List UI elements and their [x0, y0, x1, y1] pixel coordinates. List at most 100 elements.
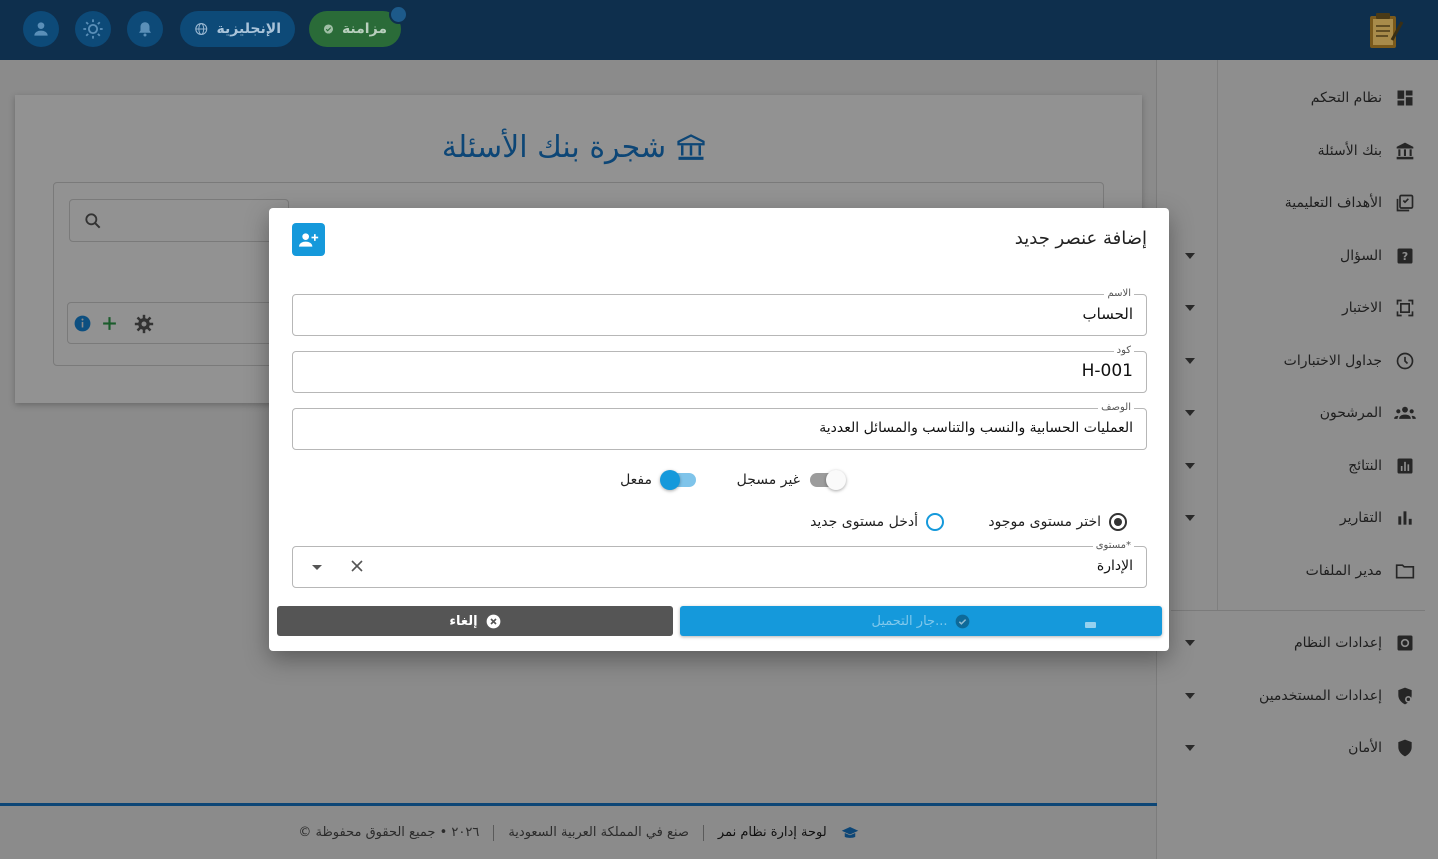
sidebar-item-exam[interactable]: الاختبار: [1342, 288, 1416, 328]
page-title: شجرة بنك الأسئلة: [0, 130, 1148, 165]
sidebar-item-file-manager[interactable]: مدير الملفات: [1306, 551, 1416, 591]
level-select-label: مستوى*: [1092, 539, 1134, 553]
language-label: الإنجليزية: [216, 21, 281, 37]
sync-button[interactable]: مزامنة: [309, 11, 401, 47]
sidebar-separator: [1171, 610, 1425, 611]
shield-icon: [1394, 737, 1416, 759]
sidebar-item-user-settings[interactable]: إعدادات المستخدمين: [1259, 676, 1416, 716]
bank-icon: [1394, 140, 1416, 162]
name-field[interactable]: الاسم الحساب: [292, 287, 1147, 336]
description-field-label: الوصف: [1098, 401, 1134, 415]
loading-indicator: [1085, 622, 1096, 628]
question-icon: ?: [1394, 245, 1416, 267]
exam-logo-icon[interactable]: [1364, 10, 1406, 50]
dialog-title: إضافة عنصر جديد: [1014, 228, 1147, 249]
plus-icon[interactable]: [101, 315, 118, 332]
chevron-down-icon[interactable]: [1185, 463, 1195, 469]
sync-status-dot: [389, 5, 408, 24]
theme-toggle-button[interactable]: [75, 11, 111, 47]
chevron-down-icon[interactable]: [1185, 745, 1195, 751]
sidebar-item-security[interactable]: الأمان: [1348, 728, 1416, 768]
sidebar-item-label: المرشحون: [1319, 405, 1382, 421]
chevron-down-icon[interactable]: [1185, 253, 1195, 259]
sidebar-item-label: مدير الملفات: [1305, 563, 1382, 579]
sidebar-item-dashboard[interactable]: نظام التحكم: [1311, 78, 1416, 118]
radio-existing-level[interactable]: اختر مستوى موجود: [988, 513, 1127, 531]
switch-knob: [826, 470, 846, 490]
enabled-switch[interactable]: [660, 470, 696, 490]
notifications-button[interactable]: [127, 11, 163, 47]
gear-icon[interactable]: [134, 314, 154, 334]
results-icon: [1394, 455, 1416, 477]
registered-toggle-label: غير مسجل: [736, 472, 800, 488]
sidebar-item-exam-schedules[interactable]: جداول الاختبارات: [1284, 341, 1416, 381]
page-title-text: شجرة بنك الأسئلة: [441, 130, 667, 165]
switch-knob: [660, 470, 680, 490]
code-field-value: H-001: [1081, 361, 1133, 381]
registered-toggle[interactable]: غير مسجل: [736, 470, 846, 490]
language-button[interactable]: الإنجليزية: [180, 11, 295, 47]
enabled-toggle[interactable]: مفعل: [620, 470, 696, 490]
user-shield-icon: [1394, 685, 1416, 707]
graduation-cap-icon: [841, 826, 858, 838]
chevron-down-icon[interactable]: [1185, 515, 1195, 521]
bank-icon: [677, 133, 705, 160]
sidebar-item-system-settings[interactable]: إعدادات النظام: [1294, 623, 1416, 663]
sidebar-item-label: الأهداف التعليمية: [1284, 195, 1382, 211]
add-user-button[interactable]: [292, 223, 325, 256]
sidebar-item-label: الاختبار: [1341, 300, 1382, 316]
sidebar-item-label: إعدادات النظام: [1293, 635, 1382, 651]
sidebar-item-learning-goals[interactable]: الأهداف التعليمية: [1285, 183, 1416, 223]
reports-icon: [1394, 507, 1416, 529]
sidebar-item-label: بنك الأسئلة: [1317, 143, 1382, 159]
name-field-value: الحساب: [1082, 305, 1134, 323]
info-icon[interactable]: [73, 314, 92, 333]
save-button-label: جار التحميل...: [871, 613, 948, 629]
sidebar-item-label: التقارير: [1339, 510, 1382, 526]
top-bar: الإنجليزية مزامنة: [0, 0, 1438, 60]
sidebar-item-label: نظام التحكم: [1310, 90, 1382, 106]
chevron-down-icon[interactable]: [1185, 358, 1195, 364]
sidebar-item-label: النتائج: [1348, 458, 1382, 474]
folder-icon: [1394, 560, 1416, 582]
sidebar-divider: [1217, 60, 1218, 610]
description-field[interactable]: الوصف العمليات الحسابية والنسب والتناسب …: [292, 401, 1147, 450]
footer-made-in: صنع في المملكة العربية السعودية: [508, 825, 689, 840]
user-icon: [34, 22, 48, 36]
level-select[interactable]: مستوى* الإدارة: [292, 539, 1147, 588]
chevron-down-icon[interactable]: [1185, 410, 1195, 416]
cancel-button[interactable]: إلغاء: [277, 606, 673, 636]
sidebar-item-candidates[interactable]: المرشحون: [1320, 393, 1416, 433]
code-field[interactable]: كود H-001: [292, 344, 1147, 393]
chevron-down-icon[interactable]: [1185, 305, 1195, 311]
save-button[interactable]: جار التحميل...: [680, 606, 1162, 636]
sidebar-item-label: السؤال: [1340, 248, 1382, 264]
chevron-down-icon[interactable]: [1185, 693, 1195, 699]
bell-icon: [139, 22, 151, 37]
radio-button[interactable]: [926, 513, 944, 531]
chevron-down-icon[interactable]: [1185, 640, 1195, 646]
sidebar-item-reports[interactable]: التقارير: [1340, 498, 1416, 538]
radio-button[interactable]: [1109, 513, 1127, 531]
sidebar-item-question[interactable]: السؤال ?: [1340, 236, 1416, 276]
radio-new-label: أدخل مستوى جديد: [810, 514, 918, 530]
clock-icon: [1394, 350, 1416, 372]
sidebar-item-results[interactable]: النتائج: [1348, 446, 1416, 486]
radio-new-level[interactable]: أدخل مستوى جديد: [810, 513, 944, 531]
settings-icon: [1394, 632, 1416, 654]
sync-label: مزامنة: [341, 21, 387, 37]
people-icon: [1394, 402, 1416, 424]
sidebar-item-question-bank[interactable]: بنك الأسئلة: [1318, 131, 1416, 171]
footer-brand: لوحة إدارة نظام نمر: [717, 825, 827, 840]
enabled-toggle-label: مفعل: [620, 472, 652, 488]
clear-icon[interactable]: [348, 557, 366, 575]
sun-icon: [83, 19, 103, 39]
close-circle-icon: [486, 614, 500, 628]
profile-button[interactable]: [23, 11, 59, 47]
chevron-down-icon[interactable]: [312, 565, 322, 570]
registered-switch[interactable]: [810, 470, 846, 490]
dashboard-icon: [1394, 87, 1416, 109]
level-select-value: الإدارة: [1096, 558, 1133, 574]
tree-search-input[interactable]: [69, 199, 289, 242]
name-field-label: الاسم: [1104, 287, 1134, 301]
